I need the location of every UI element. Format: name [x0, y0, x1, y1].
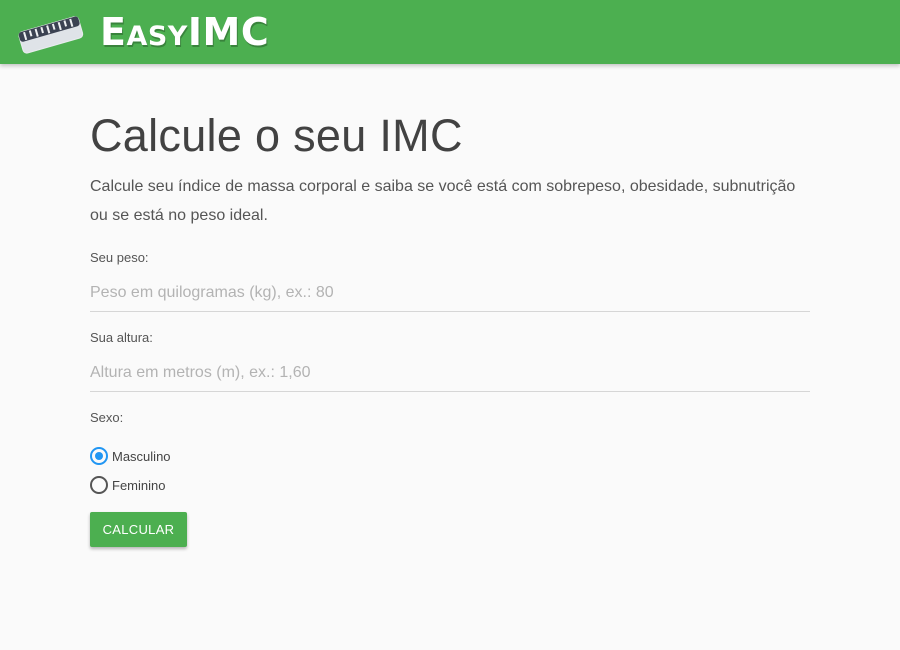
radio-feminino-label[interactable]: Feminino: [112, 478, 165, 493]
page-title: Calcule o seu IMC: [90, 110, 463, 161]
radio-checked-icon[interactable]: [90, 447, 108, 465]
radio-feminino[interactable]: Feminino: [90, 475, 165, 495]
calculate-button[interactable]: CALCULAR: [90, 512, 187, 547]
brand-rest: IMC: [187, 10, 270, 54]
weight-field: Seu peso:: [90, 250, 810, 312]
ruler-icon: [18, 16, 84, 54]
brand-logo-text[interactable]: EasyIMC: [100, 9, 269, 63]
height-label: Sua altura:: [90, 330, 153, 345]
page-description: Calcule seu índice de massa corporal e s…: [90, 178, 796, 224]
height-input[interactable]: [90, 364, 810, 392]
weight-input[interactable]: [90, 284, 810, 312]
radio-unchecked-icon[interactable]: [90, 476, 108, 494]
brand-small-caps: asy: [126, 21, 188, 52]
height-field: Sua altura:: [90, 330, 810, 392]
radio-masculino-label[interactable]: Masculino: [112, 449, 171, 464]
sex-label: Sexo:: [90, 410, 124, 425]
radio-masculino[interactable]: Masculino: [90, 446, 171, 466]
weight-label: Seu peso:: [90, 250, 149, 265]
app-bar: EasyIMC: [0, 0, 900, 64]
brand-first-letter: E: [100, 10, 127, 54]
main-content: Calcule o seu IMC Calcule seu índice de …: [90, 100, 810, 547]
